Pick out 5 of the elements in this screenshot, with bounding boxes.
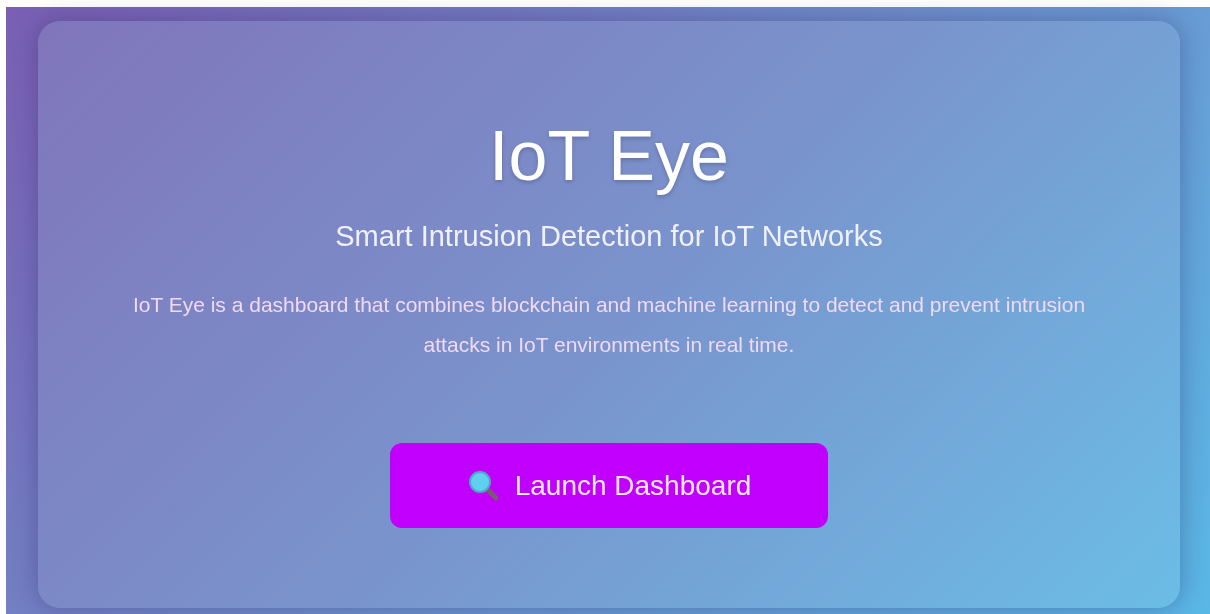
app-title: IoT Eye	[489, 116, 729, 197]
app-description: IoT Eye is a dashboard that combines blockchain and machine learning to detect and prevent intrusion attacks in IoT environments in real time.	[131, 292, 1087, 359]
launch-dashboard-button[interactable]: Launch Dashboard	[390, 443, 828, 529]
magnifier-icon	[466, 468, 501, 503]
app-subtitle: Smart Intrusion Detection for IoT Networks	[335, 218, 883, 254]
